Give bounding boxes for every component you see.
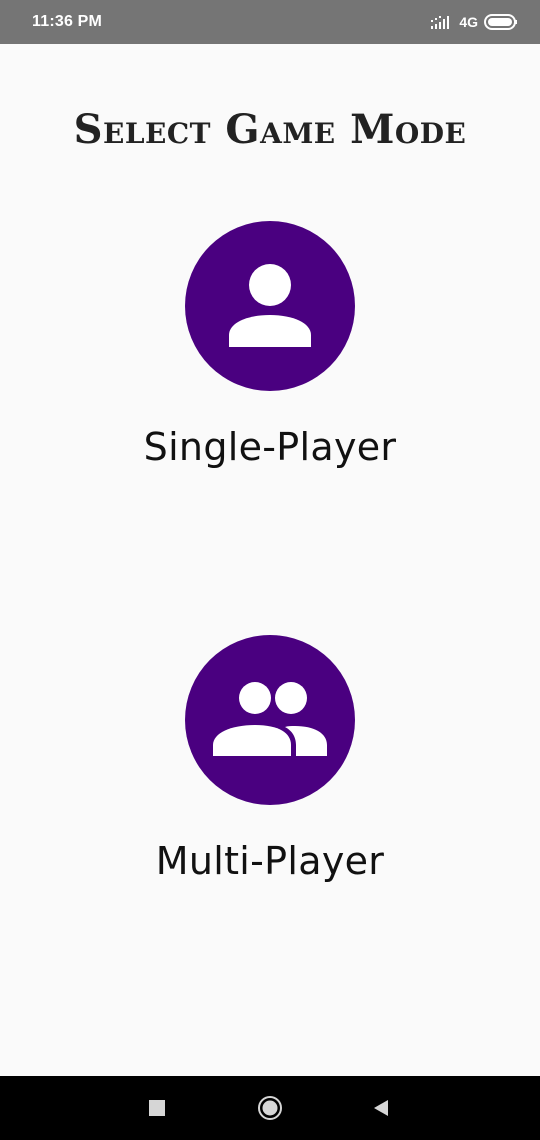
- battery-icon: [484, 14, 517, 30]
- back-button[interactable]: [350, 1076, 410, 1140]
- signal-icon: [431, 16, 450, 29]
- home-circle-icon: [258, 1096, 282, 1120]
- single-person-icon: [229, 264, 311, 347]
- multi-player-button[interactable]: [185, 635, 355, 805]
- recents-button[interactable]: [127, 1076, 187, 1140]
- single-player-button[interactable]: [185, 221, 355, 391]
- status-bar: 11:36 PM 4G: [0, 0, 540, 44]
- status-icons: 4G: [431, 14, 518, 30]
- multi-player-option[interactable]: Multi-Player: [0, 635, 540, 883]
- recents-square-icon: [149, 1100, 165, 1116]
- navigation-bar: [0, 1076, 540, 1140]
- back-triangle-icon: [374, 1100, 388, 1116]
- single-player-option[interactable]: Single-Player: [0, 221, 540, 469]
- single-player-label: Single-Player: [143, 425, 397, 469]
- status-time: 11:36 PM: [32, 13, 103, 30]
- home-button[interactable]: [240, 1076, 300, 1140]
- page-title: Select Game Mode: [73, 106, 467, 153]
- group-people-icon: [213, 682, 327, 756]
- network-type: 4G: [459, 14, 478, 30]
- multi-player-label: Multi-Player: [155, 839, 385, 883]
